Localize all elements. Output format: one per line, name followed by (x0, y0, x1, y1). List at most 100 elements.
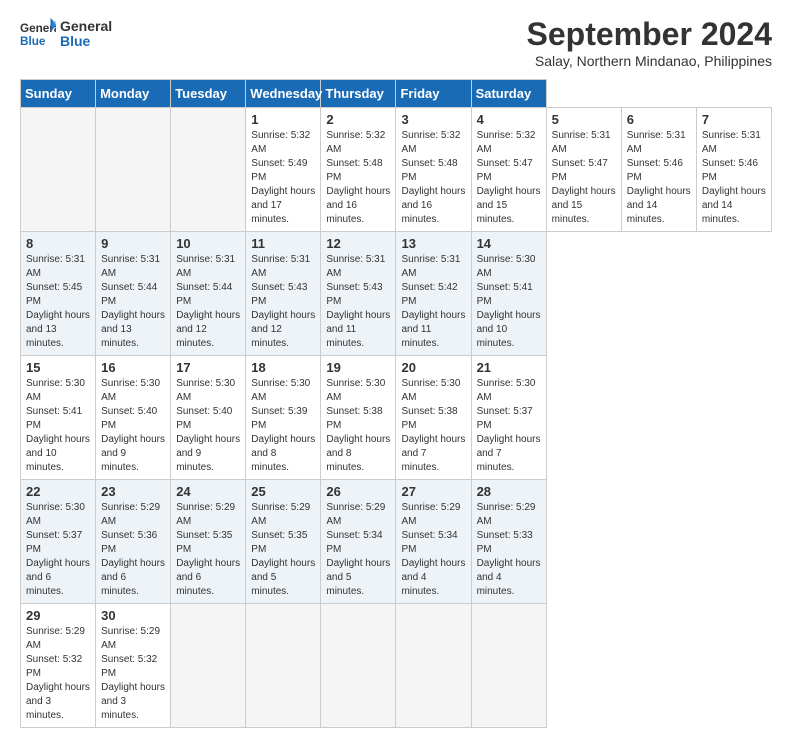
day-cell-22: 22Sunrise: 5:30 AMSunset: 5:37 PMDayligh… (21, 480, 96, 604)
day-cell-16: 16 Sunrise: 5:30 AMSunset: 5:40 PMDayligh… (96, 356, 171, 480)
day-info: Sunrise: 5:31 AMSunset: 5:45 PMDaylight … (26, 253, 90, 351)
day-info: Sunrise: 5:31 AMSunset: 5:43 PMDaylight … (326, 253, 390, 351)
weekday-header-saturday: Saturday (471, 80, 546, 108)
day-info: Sunrise: 5:29 AMSunset: 5:36 PMDaylight … (101, 501, 165, 599)
header-area: General Blue General Blue September 2024… (20, 16, 772, 69)
svg-text:Blue: Blue (20, 35, 46, 48)
weekday-header-sunday: Sunday (21, 80, 96, 108)
day-cell-4: 4Sunrise: 5:32 AMSunset: 5:47 PMDaylight… (471, 108, 546, 232)
location-title: Salay, Northern Mindanao, Philippines (527, 53, 772, 69)
day-cell-1: 1Sunrise: 5:32 AMSunset: 5:49 PMDaylight… (246, 108, 321, 232)
week-row-4: 22Sunrise: 5:30 AMSunset: 5:37 PMDayligh… (21, 480, 772, 604)
day-number: 12 (326, 236, 390, 251)
day-cell-8: 8Sunrise: 5:31 AMSunset: 5:45 PMDaylight… (21, 232, 96, 356)
weekday-header-friday: Friday (396, 80, 471, 108)
logo-general: General (60, 19, 112, 34)
day-number: 21 (477, 360, 541, 375)
month-title: September 2024 (527, 16, 772, 53)
day-cell-17: 17 Sunrise: 5:30 AMSunset: 5:40 PMDayligh… (171, 356, 246, 480)
day-info: Sunrise: 5:29 AMSunset: 5:35 PMDaylight … (176, 501, 240, 599)
day-info: Sunrise: 5:29 AMSunset: 5:32 PMDaylight … (101, 625, 165, 723)
day-number: 29 (26, 608, 90, 623)
day-info: Sunrise: 5:30 AMSunset: 5:40 PMDaylight … (176, 377, 240, 475)
calendar-table: SundayMondayTuesdayWednesdayThursdayFrid… (20, 79, 772, 728)
day-number: 16 (101, 360, 165, 375)
day-number: 5 (552, 112, 616, 127)
day-info: Sunrise: 5:31 AMSunset: 5:44 PMDaylight … (101, 253, 165, 351)
day-info: Sunrise: 5:32 AMSunset: 5:47 PMDaylight … (477, 129, 541, 227)
day-cell-23: 23 Sunrise: 5:29 AMSunset: 5:36 PMDayligh… (96, 480, 171, 604)
day-info: Sunrise: 5:30 AMSunset: 5:39 PMDaylight … (251, 377, 315, 475)
day-info: Sunrise: 5:32 AMSunset: 5:48 PMDaylight … (401, 129, 465, 227)
title-area: September 2024 Salay, Northern Mindanao,… (527, 16, 772, 69)
logo: General Blue General Blue (20, 16, 112, 52)
day-number: 6 (627, 112, 691, 127)
day-cell-24: 24 Sunrise: 5:29 AMSunset: 5:35 PMDayligh… (171, 480, 246, 604)
day-cell-2: 2 Sunrise: 5:32 AMSunset: 5:48 PMDaylight… (321, 108, 396, 232)
day-info: Sunrise: 5:30 AMSunset: 5:40 PMDaylight … (101, 377, 165, 475)
day-number: 17 (176, 360, 240, 375)
day-cell-5: 5 Sunrise: 5:31 AMSunset: 5:47 PMDaylight… (546, 108, 621, 232)
empty-cell (171, 108, 246, 232)
day-number: 14 (477, 236, 541, 251)
day-info: Sunrise: 5:30 AMSunset: 5:41 PMDaylight … (26, 377, 90, 475)
day-number: 30 (101, 608, 165, 623)
day-info: Sunrise: 5:31 AMSunset: 5:46 PMDaylight … (702, 129, 766, 227)
day-number: 25 (251, 484, 315, 499)
empty-cell (96, 108, 171, 232)
weekday-header-tuesday: Tuesday (171, 80, 246, 108)
day-cell-20: 20 Sunrise: 5:30 AMSunset: 5:38 PMDayligh… (396, 356, 471, 480)
day-cell-28: 28Sunrise: 5:29 AMSunset: 5:33 PMDayligh… (471, 480, 546, 604)
day-cell-6: 6 Sunrise: 5:31 AMSunset: 5:46 PMDaylight… (621, 108, 696, 232)
day-number: 23 (101, 484, 165, 499)
day-number: 13 (401, 236, 465, 251)
day-cell-13: 13 Sunrise: 5:31 AMSunset: 5:42 PMDayligh… (396, 232, 471, 356)
day-number: 7 (702, 112, 766, 127)
day-number: 19 (326, 360, 390, 375)
day-info: Sunrise: 5:31 AMSunset: 5:47 PMDaylight … (552, 129, 616, 227)
day-info: Sunrise: 5:31 AMSunset: 5:46 PMDaylight … (627, 129, 691, 227)
day-cell-18: 18 Sunrise: 5:30 AMSunset: 5:39 PMDayligh… (246, 356, 321, 480)
day-number: 15 (26, 360, 90, 375)
day-number: 2 (326, 112, 390, 127)
day-cell-27: 27Sunrise: 5:29 AMSunset: 5:34 PMDayligh… (396, 480, 471, 604)
day-cell-15: 15 Sunrise: 5:30 AMSunset: 5:41 PMDayligh… (21, 356, 96, 480)
week-row-5: 29 Sunrise: 5:29 AMSunset: 5:32 PMDayligh… (21, 604, 772, 728)
empty-cell (471, 604, 546, 728)
day-cell-14: 14 Sunrise: 5:30 AMSunset: 5:41 PMDayligh… (471, 232, 546, 356)
day-number: 18 (251, 360, 315, 375)
weekday-header-monday: Monday (96, 80, 171, 108)
day-number: 20 (401, 360, 465, 375)
day-cell-19: 19Sunrise: 5:30 AMSunset: 5:38 PMDayligh… (321, 356, 396, 480)
day-cell-11: 11 Sunrise: 5:31 AMSunset: 5:43 PMDayligh… (246, 232, 321, 356)
week-row-1: 1Sunrise: 5:32 AMSunset: 5:49 PMDaylight… (21, 108, 772, 232)
day-cell-7: 7 Sunrise: 5:31 AMSunset: 5:46 PMDaylight… (696, 108, 771, 232)
day-number: 9 (101, 236, 165, 251)
day-info: Sunrise: 5:29 AMSunset: 5:32 PMDaylight … (26, 625, 90, 723)
day-number: 28 (477, 484, 541, 499)
header-row: SundayMondayTuesdayWednesdayThursdayFrid… (21, 80, 772, 108)
empty-cell (246, 604, 321, 728)
empty-cell (21, 108, 96, 232)
empty-cell (321, 604, 396, 728)
day-cell-9: 9 Sunrise: 5:31 AMSunset: 5:44 PMDaylight… (96, 232, 171, 356)
day-info: Sunrise: 5:30 AMSunset: 5:38 PMDaylight … (401, 377, 465, 475)
day-info: Sunrise: 5:31 AMSunset: 5:43 PMDaylight … (251, 253, 315, 351)
day-number: 26 (326, 484, 390, 499)
day-info: Sunrise: 5:30 AMSunset: 5:41 PMDaylight … (477, 253, 541, 351)
day-cell-21: 21 Sunrise: 5:30 AMSunset: 5:37 PMDayligh… (471, 356, 546, 480)
day-cell-10: 10Sunrise: 5:31 AMSunset: 5:44 PMDayligh… (171, 232, 246, 356)
week-row-3: 15 Sunrise: 5:30 AMSunset: 5:41 PMDayligh… (21, 356, 772, 480)
day-number: 24 (176, 484, 240, 499)
weekday-header-wednesday: Wednesday (246, 80, 321, 108)
day-number: 11 (251, 236, 315, 251)
logo-icon: General Blue (20, 16, 56, 52)
day-info: Sunrise: 5:31 AMSunset: 5:42 PMDaylight … (401, 253, 465, 351)
empty-cell (396, 604, 471, 728)
day-info: Sunrise: 5:30 AMSunset: 5:37 PMDaylight … (477, 377, 541, 475)
weekday-header-thursday: Thursday (321, 80, 396, 108)
day-info: Sunrise: 5:32 AMSunset: 5:48 PMDaylight … (326, 129, 390, 227)
week-row-2: 8Sunrise: 5:31 AMSunset: 5:45 PMDaylight… (21, 232, 772, 356)
day-cell-3: 3Sunrise: 5:32 AMSunset: 5:48 PMDaylight… (396, 108, 471, 232)
day-info: Sunrise: 5:29 AMSunset: 5:34 PMDaylight … (326, 501, 390, 599)
